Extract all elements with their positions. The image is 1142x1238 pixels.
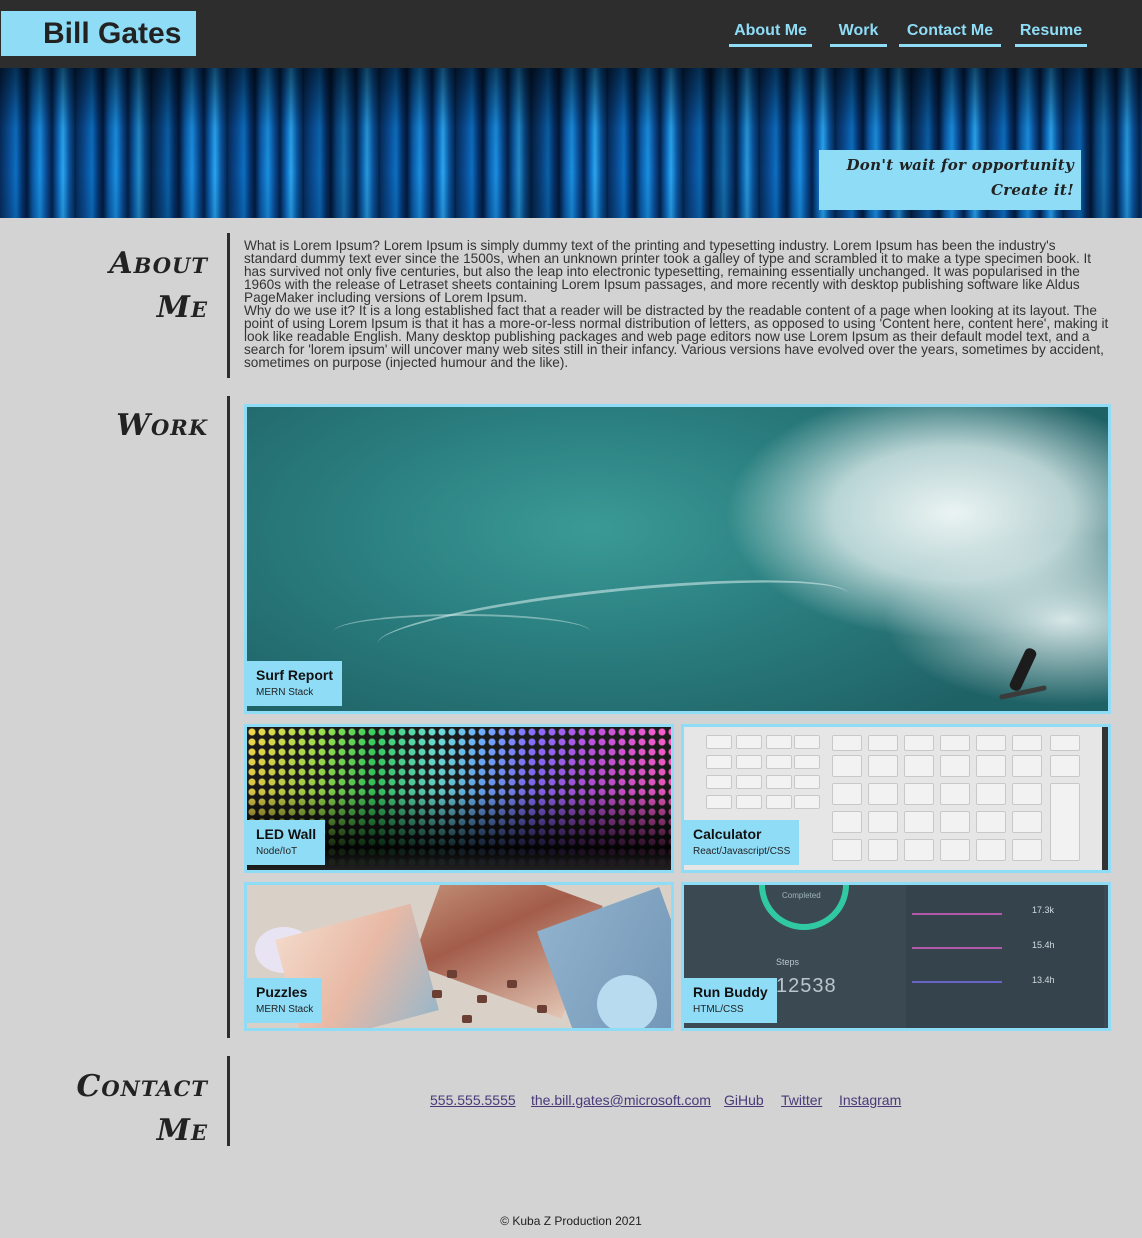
hero-banner: Don't wait for opportunity Create it! — [0, 68, 1142, 218]
tagline-line-2: Create it! — [990, 181, 1074, 199]
footer-text: © Kuba Z Production 2021 — [500, 1214, 642, 1228]
run-buddy-steps-value: 12538 — [776, 975, 837, 997]
project-title: Calculator — [693, 826, 762, 842]
site-header: Bill Gates About Me Work Contact Me Resu… — [0, 0, 1142, 68]
about-paragraph-1: What is Lorem Ipsum? Lorem Ipsum is simp… — [244, 238, 1092, 305]
nav-resume[interactable]: Resume — [1015, 22, 1087, 47]
about-text: What is Lorem Ipsum? Lorem Ipsum is simp… — [244, 238, 1110, 370]
project-stack: HTML/CSS — [693, 1004, 744, 1015]
project-title: Surf Report — [256, 667, 333, 683]
project-title: LED Wall — [256, 826, 317, 842]
twitter-link[interactable]: Twitter — [781, 1092, 822, 1108]
project-label: Puzzles MERN Stack — [247, 978, 323, 1023]
project-stack: MERN Stack — [256, 1004, 314, 1015]
project-stack: Node/IoT — [256, 846, 298, 857]
hero-tagline: Don't wait for opportunity Create it! — [819, 150, 1081, 210]
contact-heading: Contact Me — [0, 1065, 208, 1153]
run-buddy-completed-text: Completed — [782, 891, 821, 900]
about-paragraph-2: Why do we use it? It is a long establish… — [244, 303, 1109, 370]
run-buddy-stat: 15.4h — [1032, 940, 1055, 950]
instagram-link[interactable]: Instagram — [839, 1092, 901, 1108]
project-label: Surf Report MERN Stack — [247, 661, 342, 706]
brand-title[interactable]: Bill Gates — [1, 11, 196, 56]
about-divider — [227, 233, 230, 378]
work-divider — [227, 396, 230, 1038]
project-label: Run Buddy HTML/CSS — [684, 978, 777, 1023]
contact-heading-line-2: Me — [156, 1113, 208, 1148]
project-label: LED Wall Node/IoT — [247, 820, 326, 865]
run-buddy-stat: 17.3k — [1032, 905, 1055, 915]
about-heading: About Me — [0, 242, 208, 330]
github-link[interactable]: GiHub — [724, 1092, 764, 1108]
project-label: Calculator React/Javascript/CSS — [684, 820, 800, 865]
project-stack: React/Javascript/CSS — [693, 846, 791, 857]
about-heading-line-2: Me — [156, 290, 208, 325]
nav-work[interactable]: Work — [830, 22, 887, 47]
project-card-calculator[interactable]: Calculator React/Javascript/CSS — [681, 724, 1111, 873]
contact-divider — [227, 1056, 230, 1146]
contact-heading-line-1: Contact — [76, 1069, 208, 1104]
nav-contact-me[interactable]: Contact Me — [899, 22, 1001, 47]
project-stack: MERN Stack — [256, 687, 314, 698]
email-link[interactable]: the.bill.gates@microsoft.com — [531, 1092, 711, 1108]
run-buddy-stat: 13.4h — [1032, 975, 1055, 985]
project-title: Run Buddy — [693, 984, 768, 1000]
work-heading: Work — [116, 408, 208, 443]
about-heading-line-1: About — [109, 246, 208, 281]
project-title: Puzzles — [256, 984, 308, 1000]
nav-about-me[interactable]: About Me — [729, 22, 812, 47]
project-card-puzzles[interactable]: Puzzles MERN Stack — [244, 882, 674, 1031]
phone-link[interactable]: 555.555.5555 — [430, 1092, 516, 1108]
project-card-run-buddy[interactable]: Completed Steps 12538 17.3k 15.4h 13.4h … — [681, 882, 1111, 1031]
run-buddy-steps-label: Steps — [776, 957, 800, 967]
tagline-line-1: Don't wait for opportunity — [846, 156, 1074, 174]
project-card-surf-report[interactable]: Surf Report MERN Stack — [244, 404, 1111, 714]
surf-report-image — [247, 407, 1108, 711]
project-card-led-wall[interactable]: LED Wall Node/IoT — [244, 724, 674, 873]
